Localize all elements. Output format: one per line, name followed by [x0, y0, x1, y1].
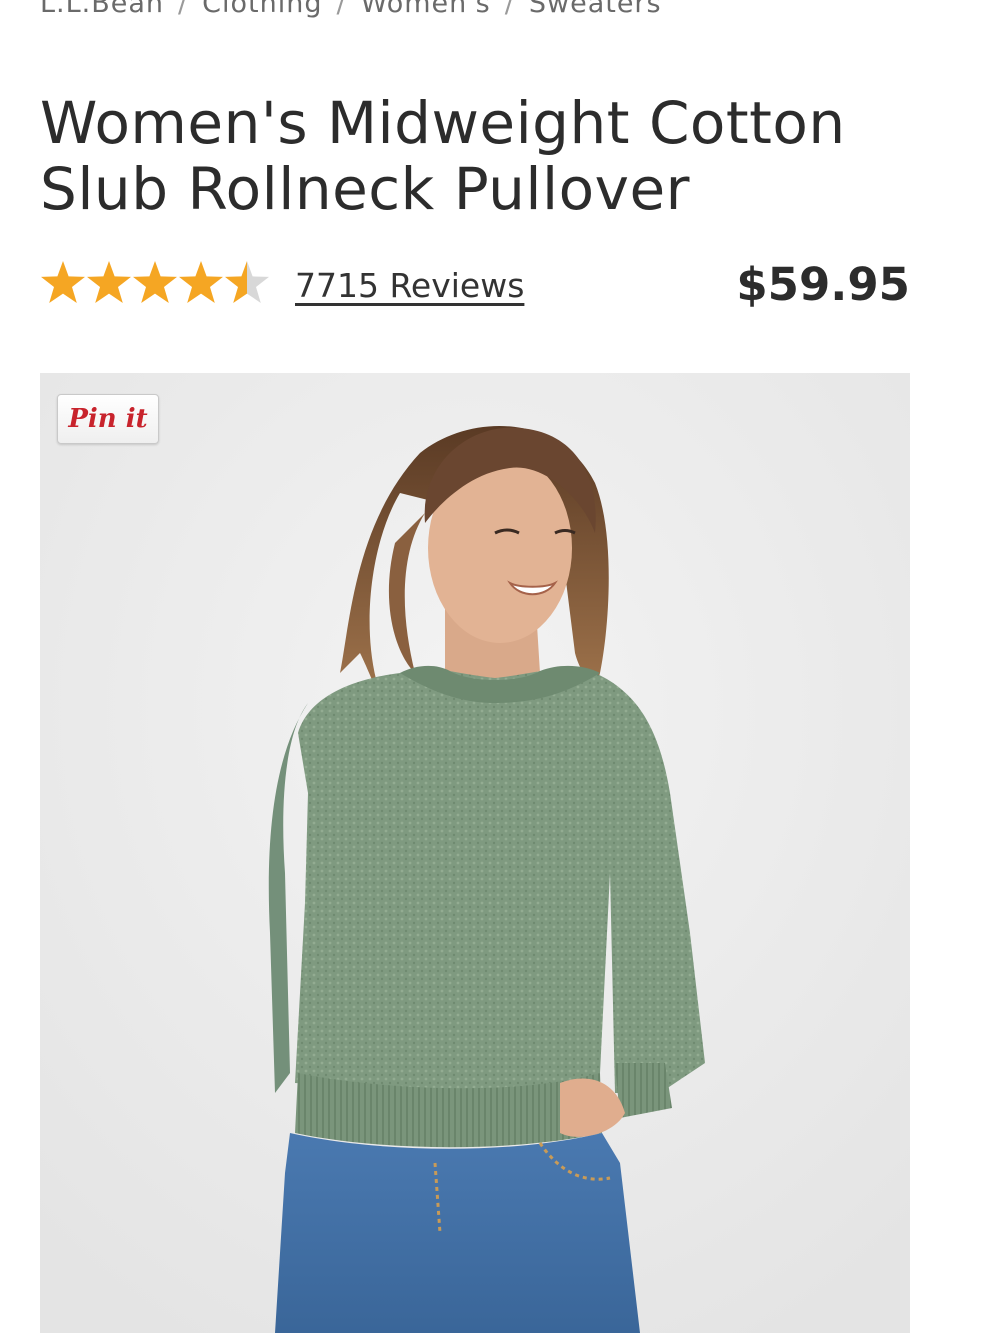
breadcrumb-item-sweaters[interactable]: Sweaters	[529, 0, 662, 19]
star-icon	[41, 261, 85, 303]
rating-row: 7715 Reviews $59.95	[40, 256, 910, 316]
breadcrumb-item-womens[interactable]: Women's	[361, 0, 491, 19]
star-rating[interactable]	[40, 258, 270, 314]
breadcrumb-separator: /	[336, 0, 347, 19]
star-icon	[87, 261, 131, 303]
product-title: Women's Midweight Cotton Slub Rollneck P…	[40, 89, 846, 223]
product-image[interactable]: Pin it	[40, 373, 910, 1333]
pin-it-button[interactable]: Pin it	[57, 394, 159, 444]
star-icon	[179, 261, 223, 303]
reviews-link[interactable]: 7715 Reviews	[295, 266, 524, 305]
star-icon	[225, 261, 269, 303]
star-icon	[133, 261, 177, 303]
product-price: $59.95	[736, 258, 910, 311]
breadcrumb-item-clothing[interactable]: Clothing	[202, 0, 322, 19]
breadcrumb-separator: /	[504, 0, 515, 19]
breadcrumb-item-llbean[interactable]: L.L.Bean	[40, 0, 164, 19]
product-photo	[40, 373, 910, 1333]
breadcrumb: L.L.Bean / Clothing / Women's / Sweaters	[40, 0, 662, 19]
breadcrumb-separator: /	[178, 0, 189, 19]
